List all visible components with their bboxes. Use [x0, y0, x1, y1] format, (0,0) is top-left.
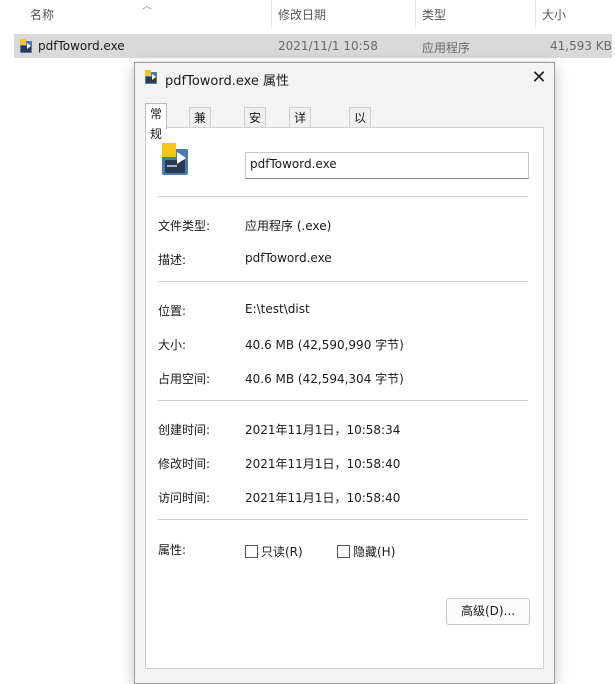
readonly-checkbox[interactable]: 只读(R): [245, 543, 303, 560]
tab-details[interactable]: 详细信息: [289, 107, 312, 185]
dialog-title: pdfToword.exe 属性: [165, 74, 290, 89]
hidden-label: 隐藏(H): [353, 545, 396, 559]
size-on-disk-value: 40.6 MB (42,594,304 字节): [245, 372, 404, 386]
file-type-label: 文件类型:: [158, 219, 211, 233]
size-on-disk-label: 占用空间:: [158, 372, 211, 386]
created-value: 2021年11月1日，10:58:34: [245, 423, 401, 437]
exe-file-icon: [162, 143, 188, 175]
tab-previous-versions[interactable]: 以前的版本: [349, 107, 372, 205]
hidden-checkbox[interactable]: 隐藏(H): [337, 543, 395, 560]
modified-value: 2021年11月1日，10:58:40: [245, 457, 401, 471]
checkbox-box[interactable]: [245, 545, 258, 558]
description-label: 描述:: [158, 253, 187, 267]
file-size: 41,593 KB: [550, 39, 612, 53]
sort-ascending-icon: ︿: [142, 1, 152, 12]
divider: [158, 519, 528, 520]
exe-file-icon: [145, 70, 157, 84]
general-panel: pdfToword.exe 文件类型: 应用程序 (.exe) 描述: pdfT…: [145, 127, 544, 669]
description-value: pdfToword.exe: [245, 251, 332, 265]
tab-compatibility[interactable]: 兼容性: [189, 107, 212, 165]
column-header: ︿ 名称 修改日期 类型 大小: [0, 0, 615, 28]
file-row-selected[interactable]: pdfToword.exe 2021/11/1 10:58 应用程序 41,59…: [14, 34, 612, 58]
file-name: pdfToword.exe: [38, 39, 125, 53]
created-label: 创建时间:: [158, 423, 211, 437]
close-button[interactable]: ✕: [524, 63, 554, 93]
dialog-titlebar[interactable]: pdfToword.exe 属性 ✕: [135, 63, 554, 93]
divider: [158, 281, 528, 282]
size-value: 40.6 MB (42,590,990 字节): [245, 338, 404, 352]
divider: [158, 196, 528, 197]
exe-file-icon: [20, 39, 32, 53]
size-label: 大小:: [158, 338, 187, 352]
file-type-value: 应用程序 (.exe): [245, 219, 332, 233]
file-modified: 2021/11/1 10:58: [278, 39, 378, 53]
attributes-label: 属性:: [158, 543, 187, 557]
file-type: 应用程序: [422, 41, 471, 55]
location-label: 位置:: [158, 304, 187, 318]
tab-security[interactable]: 安全: [244, 107, 267, 145]
column-name[interactable]: 名称: [30, 6, 54, 23]
close-icon: ✕: [531, 67, 547, 88]
accessed-value: 2021年11月1日，10:58:40: [245, 491, 401, 505]
accessed-label: 访问时间:: [158, 491, 211, 505]
column-modified[interactable]: 修改日期: [278, 6, 326, 23]
readonly-label: 只读(R): [261, 545, 303, 559]
column-divider[interactable]: [535, 0, 536, 28]
column-type[interactable]: 类型: [422, 6, 446, 23]
location-value: E:\test\dist: [245, 302, 310, 316]
file-name-field[interactable]: pdfToword.exe: [245, 152, 529, 179]
checkbox-box[interactable]: [337, 545, 350, 558]
column-size[interactable]: 大小: [542, 6, 566, 23]
properties-dialog: pdfToword.exe 属性 ✕ 常规 兼容性 安全 详细信息 以前的版本 …: [134, 62, 555, 684]
column-divider[interactable]: [415, 0, 416, 28]
advanced-button[interactable]: 高级(D)...: [446, 598, 530, 625]
divider: [158, 400, 528, 401]
modified-label: 修改时间:: [158, 457, 211, 471]
tab-general[interactable]: 常规: [145, 103, 168, 141]
column-divider[interactable]: [271, 0, 272, 28]
